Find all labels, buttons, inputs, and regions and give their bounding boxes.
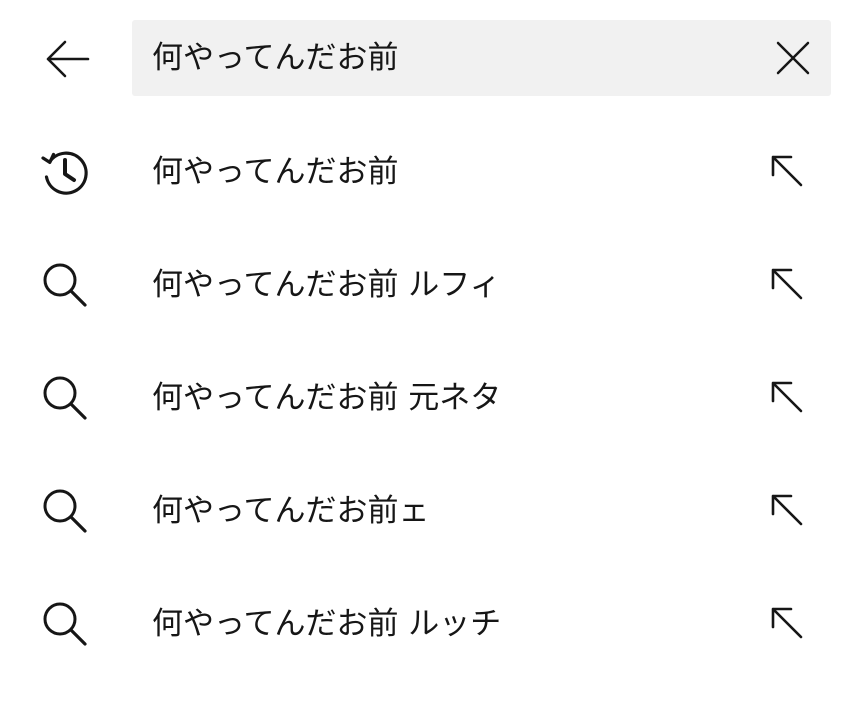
suggestion-text: 何やってんだお前ェ (152, 493, 430, 529)
suggestion-list: 何やってんだお前 何やってんだお前 ルフィ 何やってんだお前 元ネタ 何やってん… (0, 116, 850, 681)
search-icon (38, 371, 92, 425)
suggestion-text: 何やってんだお前 ルッチ (152, 606, 502, 642)
suggestion-item[interactable]: 何やってんだお前 元ネタ (0, 342, 850, 455)
fill-query-button[interactable] (760, 257, 814, 311)
history-icon (38, 145, 92, 199)
arrow-up-left-icon (769, 605, 805, 641)
suggestion-item[interactable]: 何やってんだお前 (0, 116, 850, 229)
search-header (0, 0, 850, 118)
fill-query-button[interactable] (760, 370, 814, 424)
arrow-up-left-icon (769, 266, 805, 302)
back-button[interactable] (38, 30, 96, 88)
suggestion-text: 何やってんだお前 ルフィ (152, 267, 501, 303)
fill-query-button[interactable] (760, 144, 814, 198)
search-icon (38, 484, 92, 538)
search-icon (38, 258, 92, 312)
arrow-up-left-icon (769, 153, 805, 189)
suggestion-text: 何やってんだお前 元ネタ (152, 380, 502, 416)
suggestion-item[interactable]: 何やってんだお前 ルフィ (0, 229, 850, 342)
suggestion-item[interactable]: 何やってんだお前ェ (0, 455, 850, 568)
arrow-up-left-icon (769, 379, 805, 415)
search-box (132, 20, 831, 96)
search-icon (38, 597, 92, 651)
arrow-left-icon (44, 39, 90, 79)
suggestion-item[interactable]: 何やってんだお前 ルッチ (0, 568, 850, 681)
clear-search-button[interactable] (769, 34, 817, 82)
suggestion-text: 何やってんだお前 (152, 154, 399, 190)
fill-query-button[interactable] (760, 483, 814, 537)
close-icon (775, 40, 811, 76)
arrow-up-left-icon (769, 492, 805, 528)
fill-query-button[interactable] (760, 596, 814, 650)
search-input[interactable] (152, 20, 752, 96)
